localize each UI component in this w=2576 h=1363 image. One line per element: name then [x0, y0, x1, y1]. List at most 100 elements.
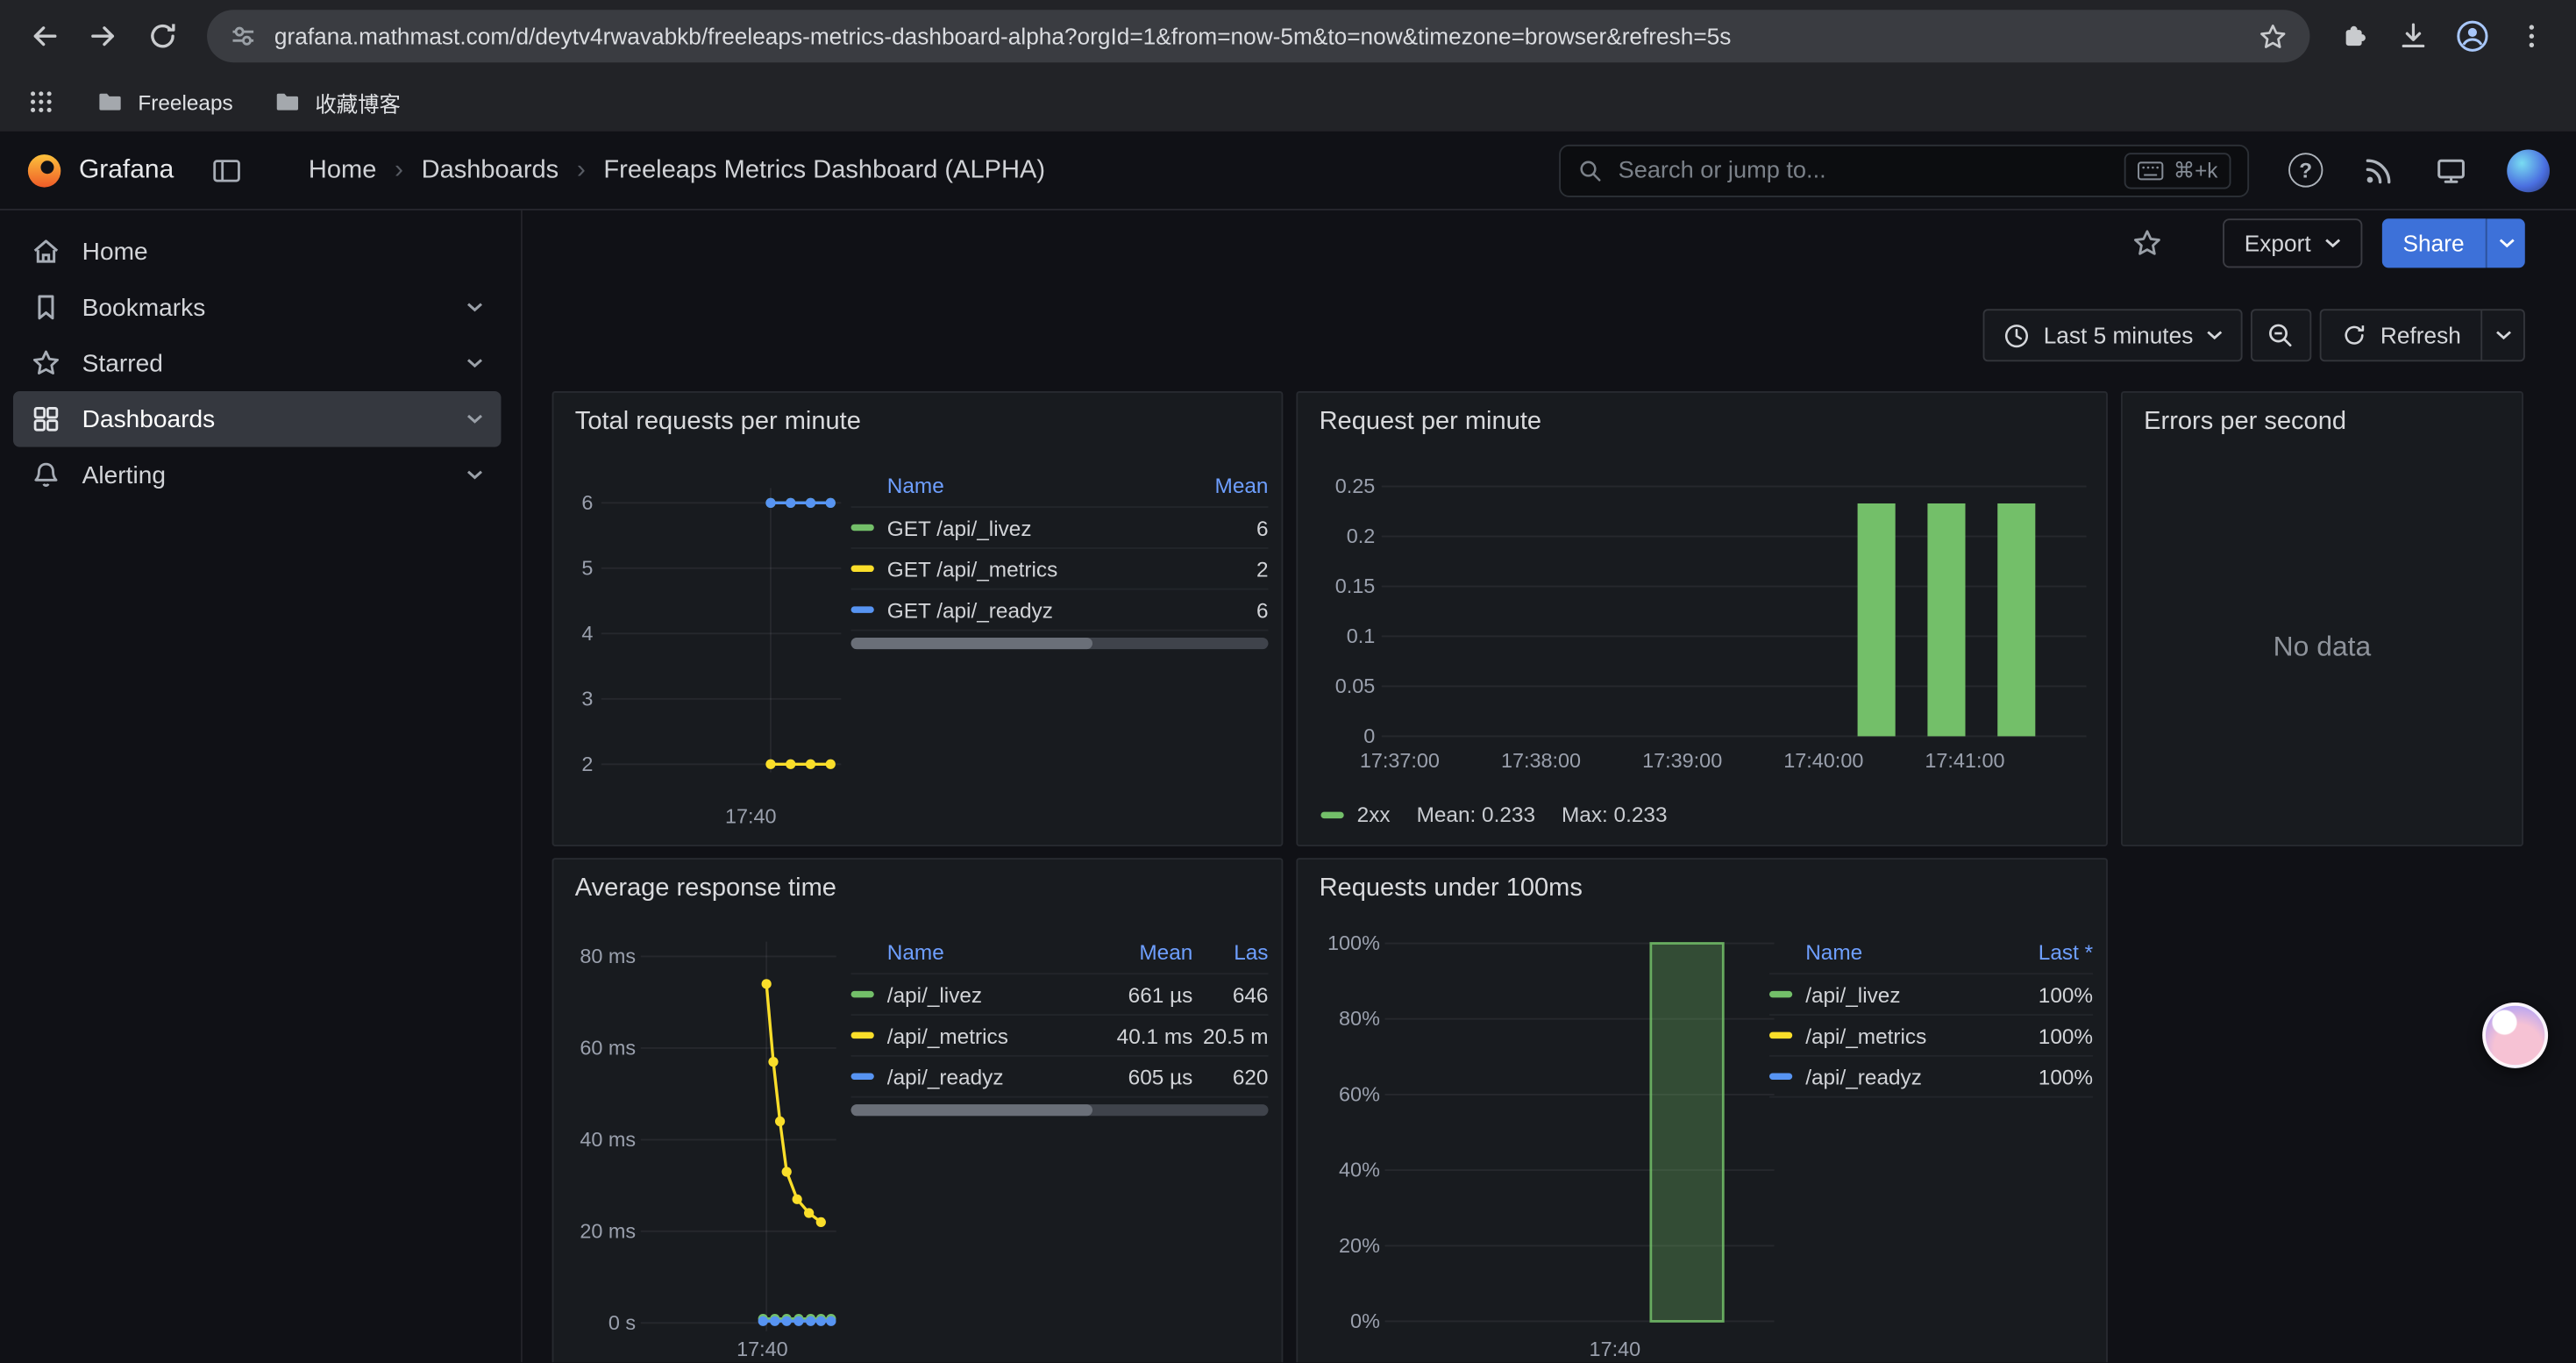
series-value: 100%	[2001, 982, 2093, 1007]
breadcrumb: Home › Dashboards › Freeleaps Metrics Da…	[309, 155, 1045, 185]
browser-menu-button[interactable]	[2504, 8, 2560, 64]
svg-text:60 ms: 60 ms	[580, 1036, 636, 1059]
refresh-interval-button[interactable]	[2480, 310, 2523, 360]
sidebar-item-label: Alerting	[82, 461, 166, 489]
export-button[interactable]: Export	[2223, 218, 2361, 268]
breadcrumb-dashboards[interactable]: Dashboards	[422, 155, 559, 185]
series-marker	[851, 566, 874, 572]
extensions-button[interactable]	[2326, 8, 2382, 64]
scrollbar-thumb[interactable]	[851, 1104, 1093, 1116]
legend-row[interactable]: /api/_livez661 µs646	[851, 974, 1269, 1016]
legend-row[interactable]: /api/_livez100%	[1769, 974, 2093, 1016]
help-button[interactable]: ?	[2288, 153, 2323, 187]
rss-icon	[2362, 153, 2395, 186]
legend-header[interactable]: Mean	[1186, 474, 1269, 498]
dashboard-actions: Export Share	[2131, 217, 2525, 269]
share-button[interactable]: Share	[2381, 218, 2486, 268]
sidebar-toggle-button[interactable]	[210, 153, 242, 186]
profile-button[interactable]	[2444, 8, 2501, 64]
svg-text:0 s: 0 s	[608, 1311, 636, 1334]
zoom-out-button[interactable]	[2251, 309, 2311, 361]
svg-text:17:41:00: 17:41:00	[1925, 749, 2004, 772]
legend-row[interactable]: GET /api/_readyz6	[851, 590, 1269, 632]
chart-legend-footer[interactable]: 2xx Mean: 0.233 Max: 0.233	[1320, 802, 1667, 826]
series-value: 605 µs	[1087, 1064, 1192, 1088]
search-placeholder: Search or jump to...	[1619, 157, 1826, 183]
series-value: 100%	[2001, 1023, 2093, 1047]
reload-button[interactable]	[135, 8, 191, 64]
panel-request-per-minute: Request per minute 0.250.20.150.10.05017…	[1296, 391, 2108, 846]
series-name: /api/_readyz	[887, 1064, 1088, 1088]
back-button[interactable]	[17, 8, 73, 64]
reload-icon	[146, 19, 179, 52]
panel-average-response-time: Average response time 80 ms60 ms40 ms20 …	[552, 858, 1284, 1362]
legend-header[interactable]: Name	[1805, 940, 2001, 965]
svg-text:20%: 20%	[1339, 1234, 1380, 1257]
series-name: /api/_livez	[887, 982, 1088, 1007]
clock-icon	[2003, 321, 2031, 349]
grafana-top-nav: Grafana Home › Dashboards › Freeleaps Me…	[0, 132, 2576, 211]
grafana-logo[interactable]	[26, 152, 62, 188]
legend-header[interactable]: Name	[887, 474, 1186, 498]
bookmarks-bar: Freeleaps 收藏博客	[0, 72, 2576, 131]
share-menu-button[interactable]	[2486, 218, 2525, 268]
legend-scrollbar[interactable]	[851, 1104, 1269, 1116]
legend-row[interactable]: /api/_metrics40.1 ms20.5 m	[851, 1016, 1269, 1057]
refresh-button[interactable]: Refresh	[2321, 310, 2480, 360]
breadcrumb-home[interactable]: Home	[309, 155, 376, 185]
forward-button[interactable]	[75, 8, 132, 64]
sidebar: Home Bookmarks Starred Dashboards Alerti…	[0, 211, 523, 1362]
legend-row[interactable]: GET /api/_livez6	[851, 508, 1269, 549]
sidebar-item-dashboards[interactable]: Dashboards	[13, 391, 501, 447]
nav-icon-cluster: ?	[2288, 149, 2550, 192]
legend-row[interactable]: /api/_metrics100%	[1769, 1016, 2093, 1057]
zoom-out-icon	[2266, 320, 2296, 350]
series-marker	[1769, 991, 1792, 997]
sidebar-item-home[interactable]: Home	[13, 224, 501, 280]
legend-header[interactable]: Name	[887, 940, 1088, 965]
series-value: 661 µs	[1087, 982, 1192, 1007]
panel-title[interactable]: Errors per second	[2144, 408, 2346, 438]
chevron-down-icon	[2498, 239, 2515, 248]
legend-header[interactable]: Mean	[1087, 940, 1192, 965]
series-name: 2xx	[1357, 802, 1391, 826]
sidebar-item-alerting[interactable]: Alerting	[13, 447, 501, 503]
kiosk-button[interactable]	[2435, 153, 2467, 186]
sidebar-item-label: Home	[82, 238, 148, 266]
time-range-label: Last 5 minutes	[2044, 322, 2194, 348]
legend-header[interactable]: Last *	[2001, 940, 2093, 965]
series-value: 6	[1186, 515, 1269, 539]
svg-text:4: 4	[581, 622, 593, 645]
bookmark-item-freeleaps[interactable]: Freeleaps	[96, 87, 233, 117]
series-value: 2	[1186, 556, 1269, 581]
user-avatar[interactable]	[2507, 149, 2550, 192]
legend-row[interactable]: GET /api/_metrics2	[851, 549, 1269, 590]
floating-avatar-button[interactable]	[2482, 1003, 2548, 1068]
sidebar-item-starred[interactable]: Starred	[13, 335, 501, 391]
search-input[interactable]: Search or jump to... ⌘+k	[1559, 144, 2249, 196]
news-button[interactable]	[2362, 153, 2395, 186]
favorite-dashboard-button[interactable]	[2131, 227, 2164, 260]
series-mean: Mean: 0.233	[1417, 802, 1535, 826]
series-marker	[1769, 1032, 1792, 1038]
request-per-minute-chart: 0.250.20.150.10.05017:37:0017:38:0017:39…	[1298, 393, 2108, 846]
apps-grid-button[interactable]	[26, 87, 56, 117]
legend-header[interactable]: Las	[1192, 940, 1268, 965]
bookmark-star-icon[interactable]	[2257, 20, 2288, 52]
legend-row[interactable]: /api/_readyz100%	[1769, 1057, 2093, 1098]
address-bar[interactable]: grafana.mathmast.com/d/deytv4rwavabkb/fr…	[207, 10, 2309, 62]
time-range-picker[interactable]: Last 5 minutes	[1982, 309, 2242, 361]
svg-text:40 ms: 40 ms	[580, 1128, 636, 1151]
bookmark-label: Freeleaps	[138, 89, 232, 114]
series-marker	[1769, 1074, 1792, 1080]
svg-text:80 ms: 80 ms	[580, 945, 636, 967]
scrollbar-thumb[interactable]	[851, 638, 1093, 649]
downloads-button[interactable]	[2386, 8, 2442, 64]
brand-name: Grafana	[79, 155, 174, 185]
legend-row[interactable]: /api/_readyz605 µs620	[851, 1057, 1269, 1098]
sidebar-item-bookmarks[interactable]: Bookmarks	[13, 280, 501, 336]
series-marker	[851, 525, 874, 531]
svg-text:3: 3	[581, 687, 593, 710]
bookmark-item-blog[interactable]: 收藏博客	[273, 86, 401, 118]
legend-scrollbar[interactable]	[851, 638, 1269, 649]
